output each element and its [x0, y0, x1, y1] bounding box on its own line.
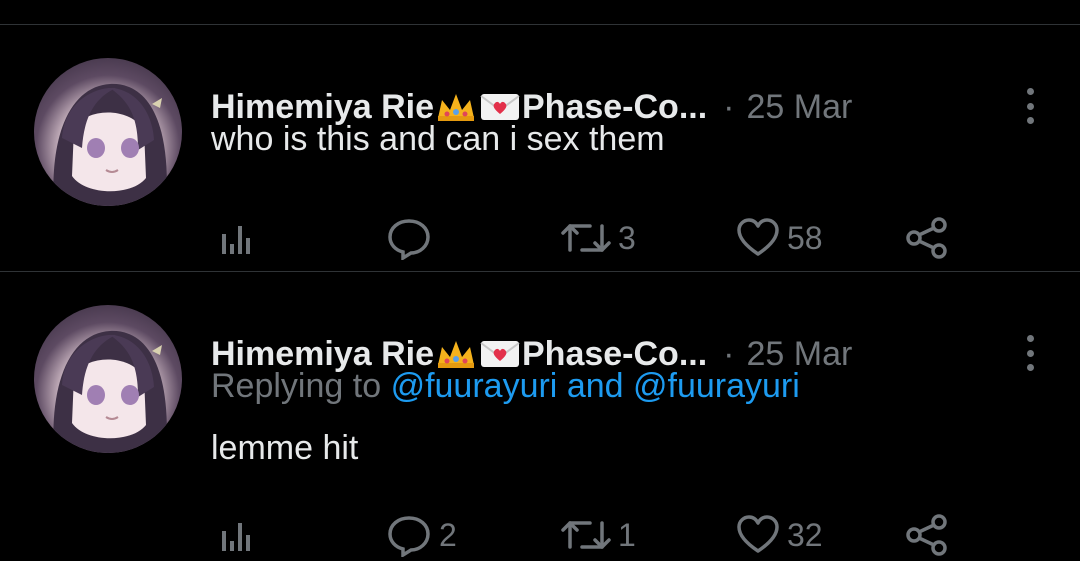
speech-bubble-icon [388, 516, 430, 557]
tweet-item[interactable]: Himemiya Rie Phase-Co... · 25 Mar who is… [0, 24, 1080, 272]
retweet-button[interactable]: 3 [560, 214, 636, 262]
retweet-button[interactable]: 1 [560, 511, 636, 559]
crown-emoji [434, 90, 478, 124]
mention-link[interactable]: @fuurayuri [633, 367, 800, 405]
separator-dot: · [723, 87, 735, 126]
tweet-item[interactable]: Himemiya Rie Phase-Co... · 25 Mar Replyi… [0, 271, 1080, 557]
like-button[interactable]: 58 [735, 214, 823, 262]
mention-link[interactable]: @fuurayuri [391, 367, 558, 405]
crown-emoji [434, 337, 478, 371]
retweet-count: 1 [618, 516, 636, 553]
avatar[interactable] [34, 305, 182, 453]
heart-icon [737, 218, 779, 256]
share-icon [906, 514, 947, 556]
more-dots-icon[interactable] [1024, 335, 1036, 371]
tweet-text: lemme hit [211, 429, 359, 467]
retweet-icon [561, 521, 611, 549]
share-icon [906, 217, 947, 259]
reply-count: 2 [439, 516, 457, 553]
retweet-count: 3 [618, 219, 636, 256]
bar-chart-icon [222, 523, 250, 551]
avatar[interactable] [34, 58, 182, 206]
reply-button[interactable]: 2 [385, 511, 457, 559]
tweet-date[interactable]: 25 Mar [747, 88, 853, 127]
views-button[interactable] [216, 511, 262, 559]
retweet-icon [561, 224, 611, 252]
speech-bubble-icon [388, 219, 430, 260]
like-count: 32 [787, 516, 823, 553]
share-button[interactable] [905, 214, 949, 262]
replying-to-line: Replying to @fuurayuri and @fuurayuri [211, 367, 800, 406]
views-button[interactable] [216, 214, 262, 262]
heart-icon [737, 515, 779, 553]
replying-prefix: Replying to [211, 367, 382, 405]
share-button[interactable] [905, 511, 949, 559]
love-letter-emoji [478, 337, 522, 371]
mention-and[interactable]: and [567, 367, 624, 405]
more-dots-icon[interactable] [1024, 88, 1036, 124]
reply-button[interactable] [385, 214, 439, 262]
bar-chart-icon [222, 226, 250, 254]
like-count: 58 [787, 219, 823, 256]
love-letter-emoji [478, 90, 522, 124]
tweet-text: who is this and can i sex them [211, 120, 665, 158]
like-button[interactable]: 32 [735, 511, 823, 559]
